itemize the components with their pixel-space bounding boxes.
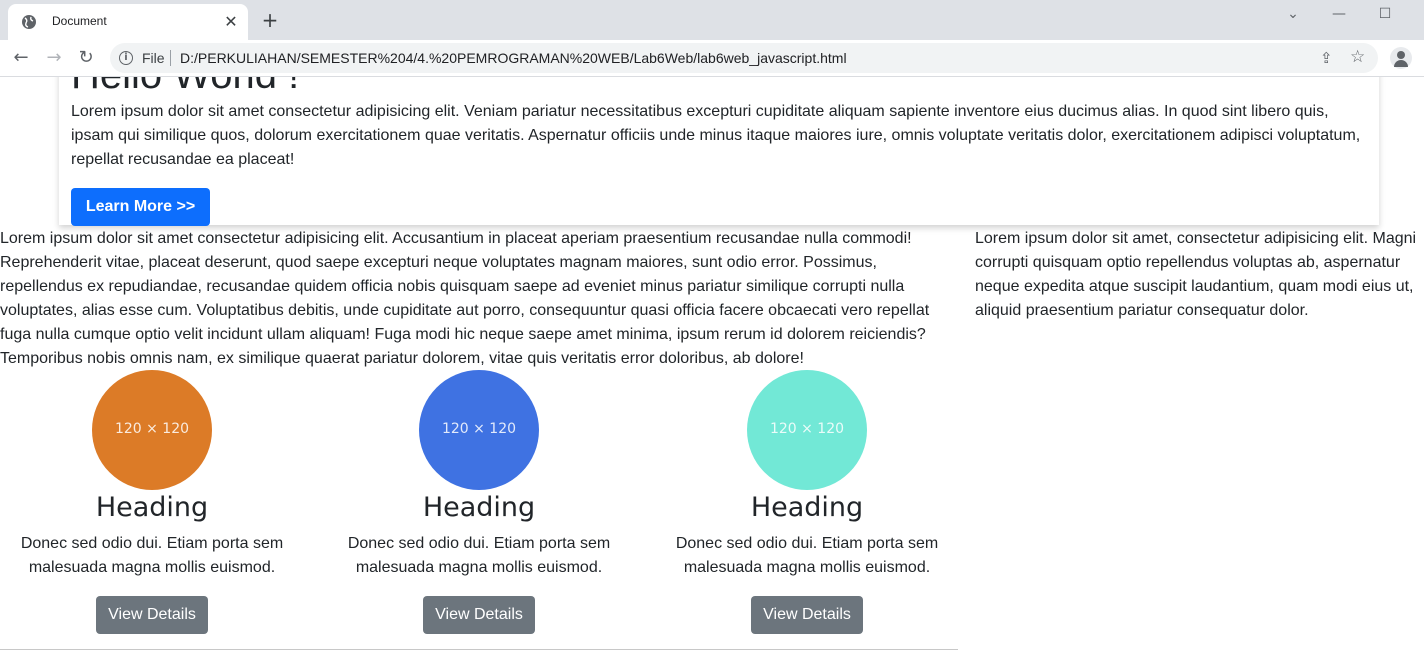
profile-body (1394, 60, 1408, 67)
bookmark-star-icon[interactable]: ☆ (1350, 47, 1365, 67)
minimize-icon[interactable]: — (1316, 4, 1362, 24)
forward-arrow-icon[interactable]: → (44, 48, 64, 68)
placeholder-image: 120 × 120 (419, 370, 539, 490)
learn-more-button[interactable]: Learn More >> (71, 188, 210, 226)
profile-head (1397, 51, 1405, 59)
feature-text: Donec sed odio dui. Etiam porta sem male… (675, 535, 939, 576)
url-text[interactable]: D:/PERKULIAHAN/SEMESTER%204/4.%20PEMROGR… (180, 50, 847, 66)
placeholder-image: 120 × 120 (92, 370, 212, 490)
share-icon[interactable]: ⇪ (1320, 49, 1333, 67)
feature-text: Donec sed odio dui. Etiam porta sem male… (20, 535, 284, 576)
placeholder-label: 120 × 120 (114, 421, 190, 437)
maximize-icon[interactable]: ☐ (1362, 4, 1408, 24)
tab-search-icon[interactable]: ⌄ (1270, 4, 1316, 24)
jumbotron-text: Lorem ipsum dolor sit amet consectetur a… (71, 103, 1361, 168)
page-viewport: Hello World ! Lorem ipsum dolor sit amet… (0, 77, 1424, 657)
back-arrow-icon[interactable]: ← (11, 48, 31, 68)
feature-heading: Heading (422, 492, 536, 523)
jumbotron-heading: Hello World ! (71, 77, 299, 99)
sidebar-paragraph: Lorem ipsum dolor sit amet, consectetur … (975, 230, 1417, 319)
browser-tab-bar: Document ✕ + ⌄ — ☐ (0, 0, 1424, 40)
view-details-button[interactable]: View Details (423, 596, 535, 634)
browser-toolbar: ← → ↻ i File D:/PERKULIAHAN/SEMESTER%204… (0, 40, 1424, 77)
jumbotron: Hello World ! Lorem ipsum dolor sit amet… (59, 77, 1379, 226)
divider (0, 649, 958, 650)
globe-icon (22, 15, 36, 29)
view-details-button[interactable]: View Details (751, 596, 863, 634)
profile-avatar-icon[interactable] (1390, 47, 1412, 69)
info-icon[interactable]: i (119, 51, 133, 65)
placeholder-label: 120 × 120 (769, 421, 845, 437)
address-bar[interactable]: i File D:/PERKULIAHAN/SEMESTER%204/4.%20… (110, 43, 1378, 73)
browser-tab[interactable]: Document ✕ (8, 4, 248, 40)
reload-icon[interactable]: ↻ (76, 48, 96, 68)
tab-title: Document (52, 14, 107, 28)
omnibox-divider (170, 50, 171, 66)
feature-text: Donec sed odio dui. Etiam porta sem male… (347, 535, 611, 576)
view-details-button[interactable]: View Details (96, 596, 208, 634)
main-paragraph: Lorem ipsum dolor sit amet consectetur a… (0, 230, 930, 367)
placeholder-label: 120 × 120 (441, 421, 517, 437)
new-tab-button[interactable]: + (260, 10, 280, 30)
scheme-label: File (142, 50, 165, 66)
placeholder-image: 120 × 120 (747, 370, 867, 490)
close-tab-icon[interactable]: ✕ (222, 13, 240, 31)
feature-heading: Heading (95, 492, 209, 523)
feature-heading: Heading (750, 492, 864, 523)
